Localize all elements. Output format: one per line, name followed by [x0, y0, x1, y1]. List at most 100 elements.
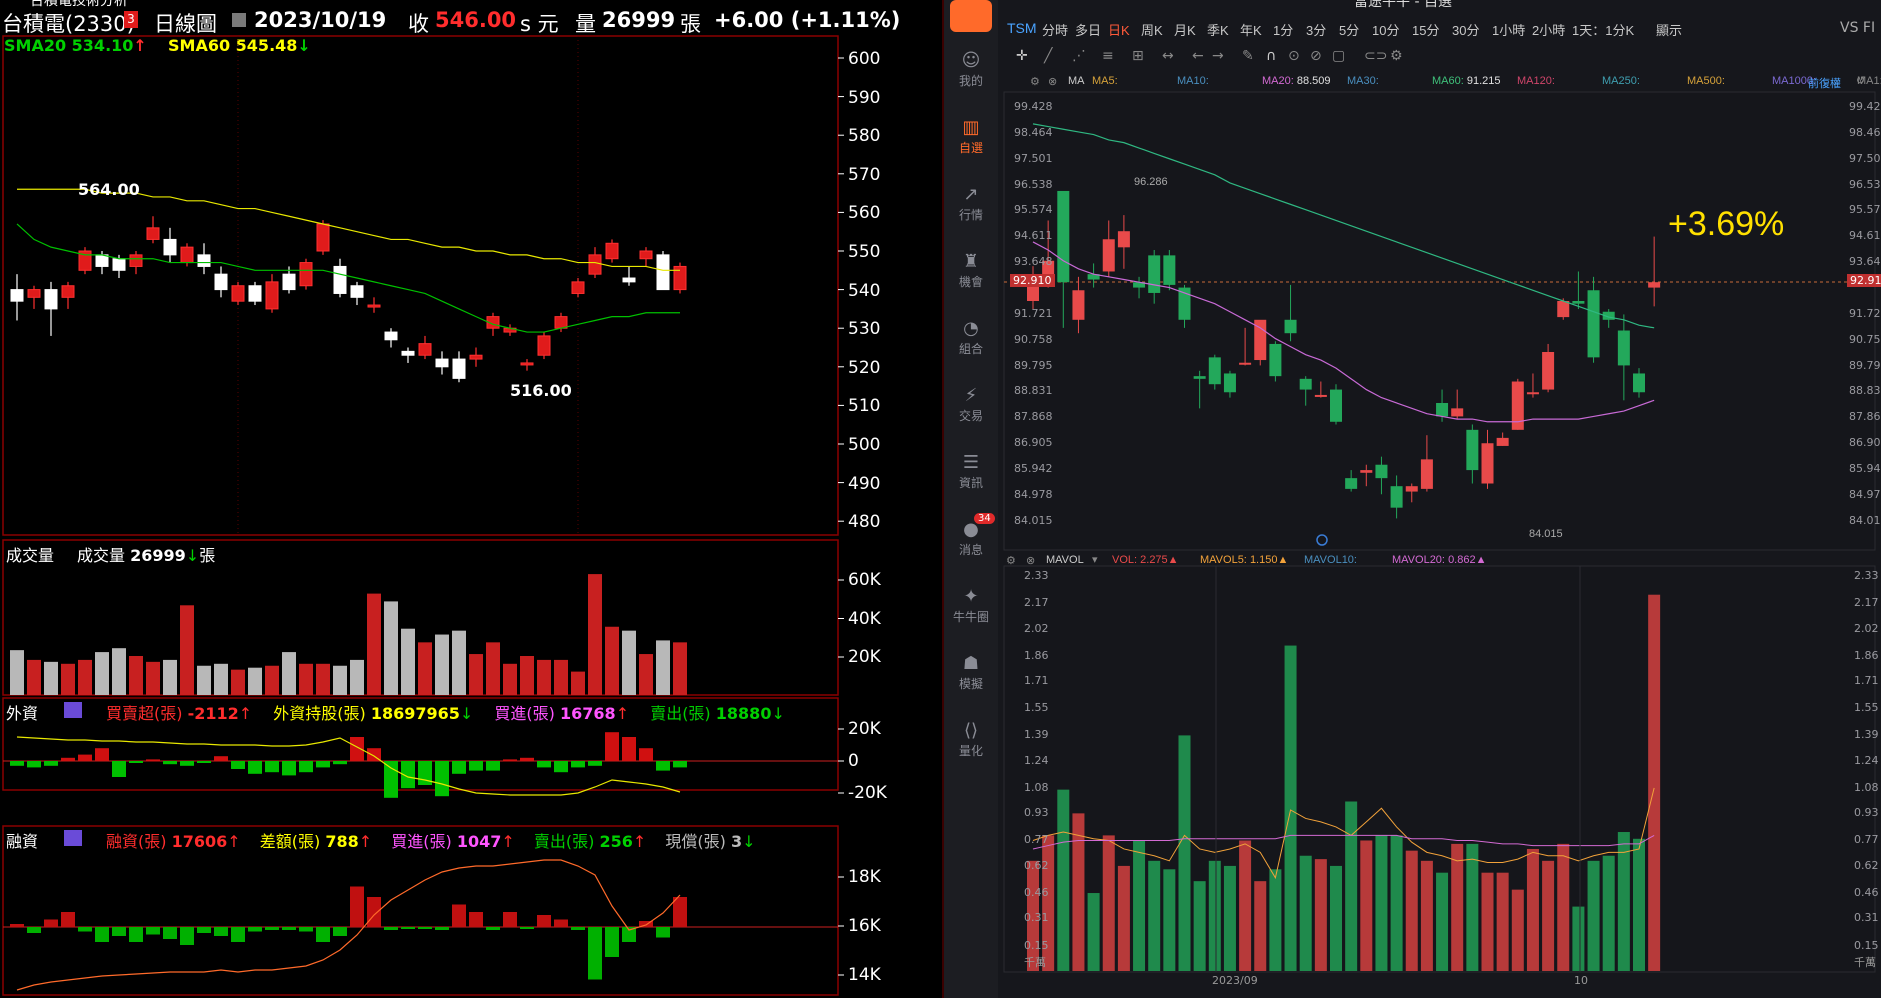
candle-body	[418, 343, 432, 356]
foreign-bar	[503, 759, 517, 762]
volume-tick-label: 2.33	[1854, 569, 1879, 583]
price-tick-label: 500	[848, 435, 881, 455]
price-tick-label: 99.428	[1849, 100, 1881, 113]
volume-tick-label: 0.46	[1854, 886, 1879, 900]
foreign-bar	[639, 748, 653, 761]
price-panel	[1003, 91, 1876, 551]
mavol-close-icon[interactable]: ⊗	[1026, 554, 1035, 567]
margin-tick-label: 14K	[848, 965, 881, 985]
volume-bar	[231, 669, 245, 695]
volume-tick-label: 0.77	[1024, 833, 1049, 847]
margin-bar	[452, 904, 466, 927]
volume-tick-label: 1.86	[1024, 648, 1049, 662]
candle-body	[27, 289, 41, 298]
foreign-bar	[146, 759, 160, 762]
price-tick-label: 600	[848, 49, 881, 69]
volume-tick-label: 2.17	[1854, 596, 1879, 610]
mavol-dropdown-icon[interactable]: ▾	[1092, 553, 1098, 566]
volume-bar	[1420, 860, 1433, 971]
candle-body	[656, 254, 670, 291]
candle-body	[384, 331, 398, 341]
candle-body	[1330, 389, 1342, 422]
volume-bar	[1269, 869, 1282, 971]
volume-bar	[1330, 865, 1342, 971]
volume-tick-label: 0.15	[1854, 938, 1879, 952]
volume-tick-label: 2.33	[1024, 569, 1049, 583]
margin-tick-label: 18K	[848, 867, 881, 887]
volume-bar	[163, 659, 177, 695]
volume-bar	[1542, 860, 1555, 971]
volume-bar	[1511, 889, 1524, 971]
volume-bar	[248, 667, 262, 695]
price-tick-label: 88.831	[1014, 384, 1053, 398]
candle-body	[1269, 343, 1282, 377]
margin-balance-line	[16, 859, 681, 991]
margin-bar	[163, 927, 177, 939]
price-tick-label: 91.721	[1014, 306, 1053, 320]
volume-tick-label: 0.93	[1854, 806, 1879, 820]
volume-bar	[622, 630, 636, 695]
candle-body	[248, 285, 262, 302]
margin-bar	[520, 927, 534, 929]
volume-bar	[1102, 835, 1115, 971]
candle-body	[1405, 486, 1418, 492]
candle-body	[44, 289, 58, 310]
margin-bar	[10, 924, 24, 927]
mavol-settings-icon[interactable]: ⚙	[1006, 554, 1016, 567]
margin-bar	[435, 927, 449, 930]
price-tick-label: 560	[848, 203, 881, 224]
candle-body	[1557, 300, 1570, 318]
high-price-label: 96.286	[1134, 176, 1168, 188]
candle-body	[1239, 362, 1252, 365]
price-tick-label: 88.831	[1849, 384, 1881, 398]
candle-body	[452, 358, 466, 379]
candle-body	[1633, 373, 1645, 393]
margin-bar	[418, 927, 432, 929]
price-tick-label: 540	[848, 280, 881, 301]
candle-body	[129, 254, 143, 267]
price-tick-label: 550	[848, 242, 881, 262]
volume-tick-label: 1.08	[1024, 780, 1049, 794]
foreign-bar	[333, 761, 347, 765]
foreign-menu-icon[interactable]	[64, 702, 82, 718]
volume-unit: 千萬	[1024, 956, 1046, 969]
foreign-bar	[163, 761, 177, 765]
candle-body	[1193, 376, 1206, 379]
volume-bar	[1633, 838, 1645, 971]
foreign-bar	[248, 761, 262, 774]
volume-tick-label: 1.24	[1024, 753, 1049, 767]
volume-bar	[1057, 789, 1070, 971]
volume-bar	[503, 663, 517, 695]
x-label-october: 10	[1574, 974, 1588, 987]
margin-bar	[605, 927, 619, 957]
candle-body	[1451, 408, 1464, 417]
margin-menu-icon[interactable]	[64, 830, 82, 846]
margin-bar	[401, 927, 415, 929]
volume-bar	[1178, 735, 1191, 971]
volume-bar	[639, 654, 653, 695]
foreign-bar	[78, 754, 92, 761]
volume-bar	[146, 661, 160, 695]
margin-bar	[571, 927, 585, 930]
candle-body	[265, 281, 279, 310]
volume-bar	[1239, 840, 1252, 971]
candle-body	[1617, 330, 1630, 366]
candle-body	[588, 254, 602, 275]
volume-bar	[1360, 840, 1373, 971]
price-tick-label: 520	[848, 357, 881, 378]
volume-tick-label: 40K	[848, 608, 881, 629]
foreign-bar	[384, 761, 398, 798]
mavol-legend-bar: ⚙ ⊗ MAVOL ▾ VOL: 2.275▲ MAVOL5: 1.150▲ M…	[1006, 553, 1606, 569]
foreign-bar	[44, 761, 58, 766]
foreign-bar	[180, 761, 194, 766]
margin-bar	[27, 927, 41, 933]
margin-panel-title: 融資	[6, 832, 39, 851]
candle-body	[1360, 470, 1373, 473]
margin-bar	[350, 886, 364, 927]
mavol-title[interactable]: MAVOL	[1046, 554, 1084, 566]
margin-bar	[95, 927, 109, 942]
candle-body	[1299, 378, 1312, 390]
candle-body	[1375, 464, 1388, 479]
price-tick-label: 95.574	[1014, 203, 1053, 217]
vol-legend: VOL: 2.275▲	[1112, 554, 1179, 566]
